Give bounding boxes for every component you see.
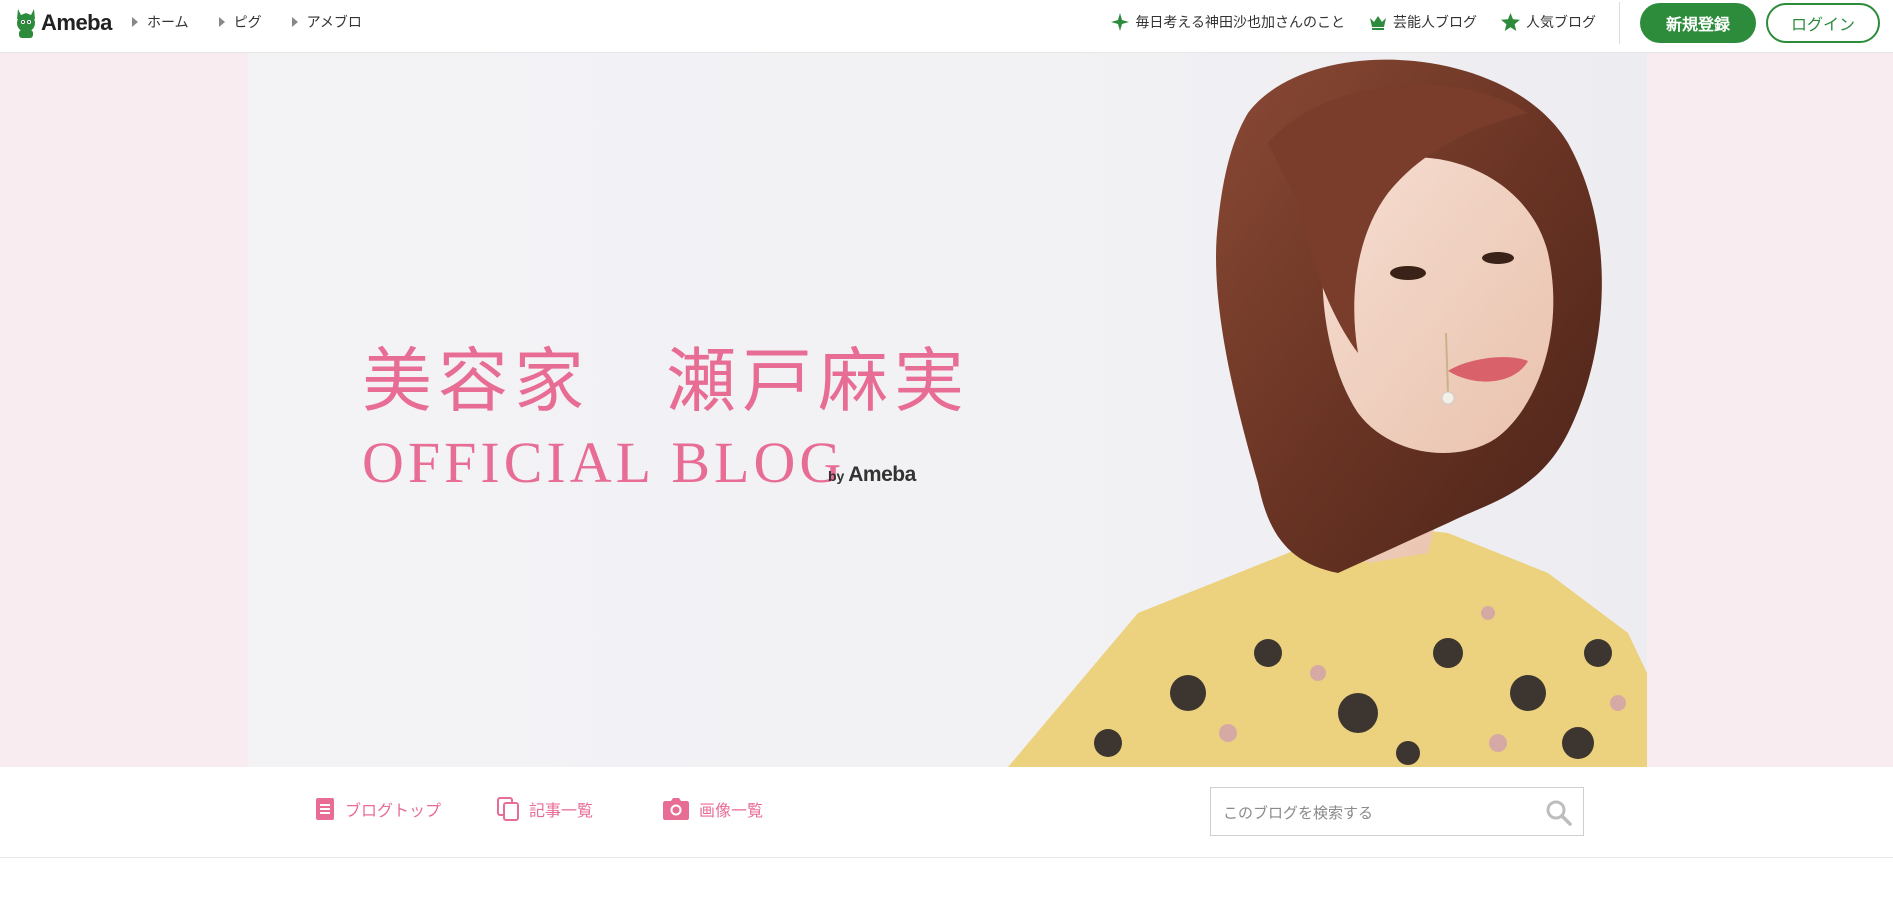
portrait-photo	[1008, 59, 1647, 767]
header-links: 毎日考える神田沙也加さんのこと 芸能人ブログ 人気ブログ	[1087, 0, 1596, 44]
article-list-link[interactable]: 記事一覧	[497, 797, 593, 821]
hero-area: 美容家 瀬戸麻実 OFFICIAL BLOG by Ameba	[0, 53, 1893, 767]
breadcrumb-label: ホーム	[147, 15, 189, 31]
popular-blog-link[interactable]: 人気ブログ	[1501, 12, 1596, 32]
blog-nav-label: 画像一覧	[699, 801, 764, 820]
breadcrumb-label: ピグ	[233, 15, 262, 31]
caret-right-icon	[132, 17, 138, 27]
blog-search	[1210, 787, 1584, 837]
blog-navigation: ブログトップ 記事一覧 画像一覧	[0, 767, 1893, 858]
caret-right-icon	[218, 17, 225, 27]
header-divider	[1619, 2, 1620, 44]
banner-subtitle: OFFICIAL BLOG	[362, 430, 846, 495]
copy-icon	[497, 797, 519, 821]
ameba-logo[interactable]: Ameba	[14, 6, 112, 40]
header-link-label: 人気ブログ	[1526, 15, 1596, 31]
blog-header-banner[interactable]: 美容家 瀬戸麻実 OFFICIAL BLOG by Ameba	[248, 53, 1647, 767]
header-link-label: 毎日考える神田沙也加さんのこと	[1135, 15, 1345, 31]
breadcrumb-pigg[interactable]: ピグ	[218, 12, 262, 32]
breadcrumb-label: アメブロ	[306, 15, 362, 31]
caret-right-icon	[291, 17, 298, 27]
celebrity-blog-link[interactable]: 芸能人ブログ	[1369, 12, 1477, 32]
breadcrumb-home[interactable]: ホーム	[132, 12, 189, 32]
sparkle-icon	[1111, 13, 1130, 31]
breadcrumb-ameblo[interactable]: アメブロ	[291, 12, 362, 32]
banner-title: 美容家 瀬戸麻実	[362, 340, 970, 422]
blog-nav-label: 記事一覧	[529, 801, 594, 820]
breadcrumb: ホーム ピグ アメブロ	[132, 0, 392, 44]
header-link-label: 芸能人ブログ	[1393, 15, 1477, 31]
ameba-logo-text: Ameba	[41, 10, 112, 35]
blog-top-link[interactable]: ブログトップ	[315, 797, 441, 821]
crown-icon	[1370, 16, 1386, 30]
trending-topic-link[interactable]: 毎日考える神田沙也加さんのこと	[1111, 12, 1345, 32]
image-list-link[interactable]: 画像一覧	[663, 797, 763, 821]
byline-by: by	[828, 468, 845, 484]
search-icon[interactable]	[1545, 799, 1573, 827]
ameba-mascot-icon	[17, 9, 35, 38]
global-header: Ameba ホーム ピグ アメブロ 毎日考える神田沙也加さんのこと 芸能人ブログ…	[0, 0, 1893, 53]
login-button[interactable]: ログイン	[1766, 3, 1880, 43]
blog-search-input[interactable]	[1211, 788, 1545, 837]
blog-nav-label: ブログトップ	[345, 801, 442, 820]
document-icon	[316, 798, 334, 820]
register-button[interactable]: 新規登録	[1640, 3, 1756, 43]
star-icon	[1501, 13, 1520, 31]
camera-icon	[663, 798, 689, 820]
